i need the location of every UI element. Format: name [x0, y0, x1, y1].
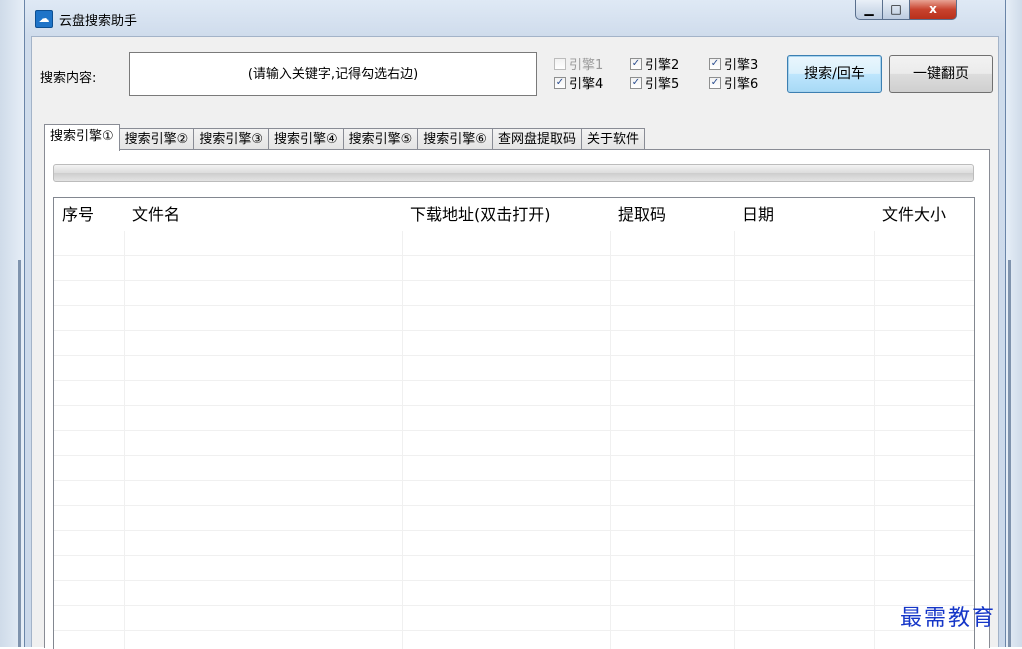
table-row[interactable]: [54, 631, 974, 649]
table-row[interactable]: [54, 506, 974, 531]
engine-6-label: 引擎6: [724, 77, 759, 92]
cloud-disk-icon: ☁: [35, 10, 53, 28]
column-header-date[interactable]: 日期: [734, 198, 874, 231]
title-bar[interactable]: ☁ 云盘搜索助手 ▁ □ x: [25, 0, 1005, 36]
close-button[interactable]: x: [910, 0, 957, 20]
checkbox-box: ✓: [554, 76, 566, 89]
column-header-file-size[interactable]: 文件大小: [874, 198, 974, 231]
table-row[interactable]: [54, 231, 974, 256]
checkbox-box: ✓: [709, 76, 721, 89]
table-row[interactable]: [54, 431, 974, 456]
table-row[interactable]: [54, 381, 974, 406]
watermark-text: 最需教育: [900, 606, 997, 631]
window-title: 云盘搜索助手: [59, 14, 138, 29]
table-row[interactable]: [54, 456, 974, 481]
results-table[interactable]: 序号 文件名 下载地址(双击打开) 提取码 日期 文件大小: [53, 197, 975, 649]
minimize-button[interactable]: ▁: [855, 0, 883, 20]
engine-1-label: 引擎1: [569, 58, 604, 73]
column-header-index[interactable]: 序号: [54, 198, 124, 231]
app-window: ☁ 云盘搜索助手 ▁ □ x 搜索内容: 引擎1 ✓ 引擎2: [24, 0, 1006, 649]
desktop-background-left: [0, 0, 24, 647]
maximize-icon: □: [890, 2, 902, 16]
tab-extract-code[interactable]: 查网盘提取码: [491, 128, 582, 150]
client-area: 搜索内容: 引擎1 ✓ 引擎2 ✓ 引擎3 ✓ 引擎4 ✓ 引擎5: [31, 36, 999, 649]
column-header-download-url[interactable]: 下载地址(双击打开): [402, 198, 610, 231]
engine-2-label: 引擎2: [645, 58, 680, 73]
table-row[interactable]: [54, 356, 974, 381]
close-icon: x: [929, 2, 937, 16]
page-turn-button[interactable]: 一键翻页: [889, 55, 993, 93]
checkbox-box: ✓: [630, 76, 642, 89]
engine-3-checkbox[interactable]: ✓ 引擎3: [709, 54, 758, 73]
table-header: 序号 文件名 下载地址(双击打开) 提取码 日期 文件大小: [54, 198, 974, 231]
table-row[interactable]: [54, 256, 974, 281]
table-row[interactable]: [54, 481, 974, 506]
tab-engine-6[interactable]: 搜索引擎⑥: [417, 128, 493, 150]
tab-engine-5[interactable]: 搜索引擎⑤: [342, 128, 419, 150]
engine-2-checkbox[interactable]: ✓ 引擎2: [630, 54, 679, 73]
column-header-filename[interactable]: 文件名: [124, 198, 402, 231]
table-row[interactable]: [54, 581, 974, 606]
tab-engine-1[interactable]: 搜索引擎①: [44, 124, 120, 151]
table-row[interactable]: [54, 606, 974, 631]
engine-4-checkbox[interactable]: ✓ 引擎4: [554, 73, 603, 92]
engine-3-label: 引擎3: [724, 58, 759, 73]
column-header-extract-code[interactable]: 提取码: [610, 198, 734, 231]
desktop-background-right: [1006, 0, 1022, 647]
checkbox-box: ✓: [630, 57, 642, 70]
tab-engine-3[interactable]: 搜索引擎③: [193, 128, 269, 150]
engine-1-checkbox[interactable]: 引擎1: [554, 54, 603, 73]
tab-panel: 序号 文件名 下载地址(双击打开) 提取码 日期 文件大小: [44, 149, 990, 649]
progress-bar: [53, 164, 974, 182]
table-row[interactable]: [54, 531, 974, 556]
minimize-icon: ▁: [864, 2, 874, 16]
engine-6-checkbox[interactable]: ✓ 引擎6: [709, 73, 758, 92]
engine-5-label: 引擎5: [645, 77, 680, 92]
table-row[interactable]: [54, 331, 974, 356]
table-row[interactable]: [54, 306, 974, 331]
search-label: 搜索内容:: [40, 71, 97, 86]
engine-tabs: 搜索引擎① 搜索引擎② 搜索引擎③ 搜索引擎④ 搜索引擎⑤ 搜索引擎⑥ 查网盘提…: [44, 124, 645, 151]
engine-checkbox-group: 引擎1 ✓ 引擎2 ✓ 引擎3 ✓ 引擎4 ✓ 引擎5 ✓ 引擎6: [554, 54, 794, 98]
checkbox-box: ✓: [709, 57, 721, 70]
search-input[interactable]: [129, 52, 537, 96]
table-row[interactable]: [54, 556, 974, 581]
engine-5-checkbox[interactable]: ✓ 引擎5: [630, 73, 679, 92]
checkbox-box: [554, 57, 566, 70]
tab-engine-2[interactable]: 搜索引擎②: [118, 128, 195, 150]
table-row[interactable]: [54, 281, 974, 306]
maximize-button[interactable]: □: [883, 0, 910, 20]
tab-about[interactable]: 关于软件: [580, 128, 645, 150]
tab-engine-4[interactable]: 搜索引擎④: [267, 128, 344, 150]
engine-4-label: 引擎4: [569, 77, 604, 92]
search-button[interactable]: 搜索/回车: [787, 55, 882, 93]
table-row[interactable]: [54, 406, 974, 431]
window-controls: ▁ □ x: [855, 0, 957, 22]
